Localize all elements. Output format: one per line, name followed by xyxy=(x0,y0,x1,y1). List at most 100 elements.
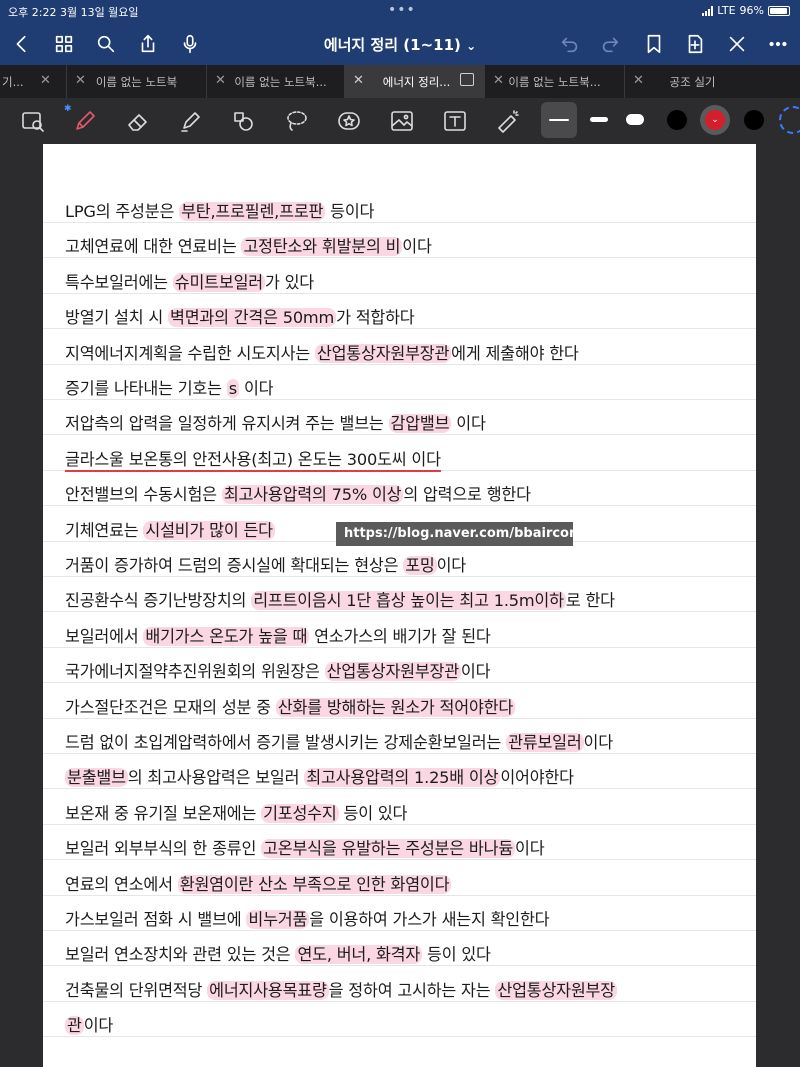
network-label: LTE xyxy=(717,4,736,17)
add-page-icon[interactable] xyxy=(681,30,709,58)
search-icon[interactable] xyxy=(92,30,120,58)
shapes-icon[interactable] xyxy=(228,106,258,136)
note-text: 방열기 설치 시 xyxy=(65,308,168,328)
note-text: 이다 xyxy=(402,237,432,257)
note-line: 건축물의 단위면적당 에너지사용목표량 을 정하여 고시하는 자는 산업통상자원부… xyxy=(65,977,617,1001)
bookmark-icon[interactable] xyxy=(640,30,668,58)
tab-2[interactable]: ✕ 이름 없는 노트북 xyxy=(67,65,207,98)
lasso-icon[interactable] xyxy=(281,106,311,136)
note-line: LPG의 주성분은 부탄,프로필렌,프로판 등이다 xyxy=(65,198,374,222)
navigation-bar: 에너지 정리 (1~11) ⌄ xyxy=(0,24,800,64)
ruled-line xyxy=(43,753,756,754)
add-color-icon[interactable] xyxy=(779,106,800,134)
note-line: 방열기 설치 시 벽면과의 간격은 50mm 가 적합하다 xyxy=(65,304,415,328)
ruled-line xyxy=(43,682,756,684)
tab-label: 공조 실기 xyxy=(669,75,716,89)
tab-3[interactable]: ✕ 이름 없는 노트북... xyxy=(207,65,345,98)
color-red-selected[interactable]: ⌄ xyxy=(700,105,730,135)
note-text: 건축물의 단위면적당 xyxy=(65,980,208,1000)
image-icon[interactable] xyxy=(387,106,417,136)
highlighted-text: 배기가스 온도가 높을 때 xyxy=(143,626,310,646)
note-line: 거품이 증가하여 드럼의 증시실에 확대되는 현상은 포밍 이다 xyxy=(65,552,466,576)
note-text: 국가에너지절약추진위원회의 위원장은 xyxy=(65,662,325,682)
highlighted-text: 최고사용압력의 1.25배 이상 xyxy=(304,768,501,788)
ruled-line xyxy=(43,505,756,507)
undo-icon[interactable] xyxy=(556,30,584,58)
highlighted-text: 분출밸브 xyxy=(65,768,128,788)
note-text: 에게 제출해야 한다 xyxy=(451,343,579,363)
highlighted-text: 벽면과의 간격은 50mm xyxy=(168,308,337,328)
ruled-line xyxy=(43,646,756,648)
color-black-1[interactable] xyxy=(667,110,687,130)
highlighted-text: 포밍 xyxy=(403,556,437,575)
ruled-line xyxy=(43,1000,756,1002)
ruled-line xyxy=(43,434,756,436)
document-title[interactable]: 에너지 정리 (1~11) ⌄ xyxy=(300,34,500,55)
stroke-medium[interactable] xyxy=(590,117,608,122)
tab-5[interactable]: ✕ 이름 없는 노트북... xyxy=(485,65,625,98)
close-x-icon[interactable] xyxy=(723,30,751,58)
note-text: 이다 xyxy=(83,1016,114,1036)
note-text: 증기를 나타내는 기호는 xyxy=(65,379,227,398)
tab-1[interactable]: 기... ✕ xyxy=(0,65,67,98)
ruled-line xyxy=(43,717,756,719)
tab-6[interactable]: ✕ 공조 실기 xyxy=(625,65,800,98)
status-time: 오후 2:22 3월 13일 월요일 xyxy=(8,6,139,19)
note-line: 안전밸브의 수동시험은 최고사용압력의 75% 이상 의 압력으로 행한다 xyxy=(65,481,531,505)
tab-label: 이름 없는 노트북 xyxy=(95,75,178,89)
grid-icon[interactable] xyxy=(50,30,78,58)
ruled-line xyxy=(43,894,756,896)
highlighted-text: 부탄,프로필렌,프로판 xyxy=(179,202,326,221)
ruled-line xyxy=(43,257,756,259)
highlighted-text: 슈미트보일러 xyxy=(172,272,265,292)
share-icon[interactable] xyxy=(134,30,162,58)
highlighted-text: 리프트이음시 1단 흡상 높이는 최고 1.5m이하 xyxy=(251,591,566,611)
color-black-2[interactable] xyxy=(744,110,764,130)
note-text: 보일러에서 xyxy=(65,626,144,646)
highlighted-text: 관 xyxy=(65,1016,84,1036)
ruled-line xyxy=(43,222,756,223)
highlighter-icon[interactable] xyxy=(176,106,206,136)
ruled-line xyxy=(43,965,756,967)
note-text: 로 한다 xyxy=(565,591,615,611)
pen-tool-icon[interactable] xyxy=(70,106,100,136)
note-line: 저압측의 압력을 일정하게 유지시켜 주는 밸브는 감압밸브 이다 xyxy=(65,410,486,434)
text-box-icon[interactable] xyxy=(440,106,470,136)
sticker-star-icon[interactable] xyxy=(334,106,364,136)
note-line: 가스보일러 점화 시 밸브에 비누거품 을 이용하여 가스가 새는지 확인한다 xyxy=(65,906,550,930)
highlighted-text: 산화를 방해하는 원소가 적어야한다 xyxy=(275,697,516,717)
note-text: 이다 xyxy=(239,379,274,398)
note-text: 연료의 연소에서 xyxy=(65,874,178,894)
redo-icon[interactable] xyxy=(596,30,624,58)
ruled-line xyxy=(43,1036,756,1038)
note-text: 연소가스의 배기가 잘 된다 xyxy=(309,626,491,646)
note-line: 보일러 외부부식의 한 종류인 고온부식을 유발하는 주성분은 바나듐 이다 xyxy=(65,835,545,859)
watermark-url: https://blog.naver.com/bbaircon xyxy=(336,522,578,546)
highlighted-text: 산업통상자원부장관 xyxy=(324,662,461,682)
status-bar: 오후 2:22 3월 13일 월요일 ••• LTE 96% xyxy=(0,0,800,22)
highlighted-text: 산업통상자원부장 xyxy=(495,980,617,1000)
tab-bar: 기... ✕ ✕ 이름 없는 노트북 ✕ 이름 없는 노트북... ✕ 에너지 … xyxy=(0,65,800,98)
stroke-thin[interactable] xyxy=(549,119,569,121)
note-text: 가스보일러 점화 시 밸브에 xyxy=(65,910,247,929)
note-line: 관 이다 xyxy=(65,1012,113,1036)
microphone-icon[interactable] xyxy=(176,30,204,58)
note-text: 등이 있다 xyxy=(422,945,491,965)
highlighted-text: 환원염이란 산소 부족으로 인한 화염이다 xyxy=(177,874,452,894)
stroke-thick[interactable] xyxy=(626,114,644,125)
laser-pointer-icon[interactable] xyxy=(493,106,523,136)
note-line: 특수보일러에는 슈미트보일러 가 있다 xyxy=(65,269,314,293)
multitask-dots[interactable]: ••• xyxy=(388,2,416,18)
zoom-window-icon[interactable] xyxy=(18,106,48,136)
tab-4-active[interactable]: ✕ 에너지 정리... xyxy=(345,65,485,98)
more-options-icon[interactable] xyxy=(764,30,792,58)
eraser-icon[interactable] xyxy=(123,106,153,136)
ruled-line xyxy=(43,363,756,365)
back-chevron-icon[interactable] xyxy=(8,30,36,58)
note-text: 등이다 xyxy=(325,202,375,221)
highlighted-text: s xyxy=(226,379,239,398)
note-text: 이다 xyxy=(515,839,545,859)
split-view-icon[interactable] xyxy=(460,73,474,86)
note-page[interactable]: LPG의 주성분은 부탄,프로필렌,프로판 등이다 고체연료에 대한 연료비는 고… xyxy=(43,144,756,1067)
tab-close-icon[interactable]: ✕ xyxy=(40,73,51,88)
